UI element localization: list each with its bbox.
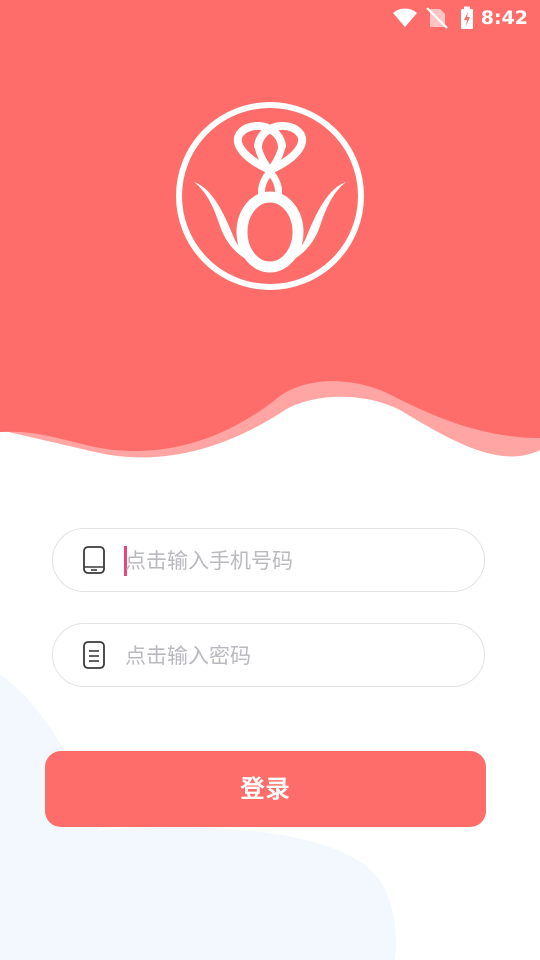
password-input-placeholder: 点击输入密码 — [125, 644, 251, 668]
tablet-icon — [83, 546, 105, 574]
login-button[interactable]: 登录 — [45, 751, 486, 827]
status-time: 8:42 — [480, 7, 528, 29]
status-bar: 8:42 — [0, 0, 540, 36]
password-input[interactable]: 点击输入密码 — [52, 623, 485, 687]
login-screen: 8:42 点击输入手机号码 点击输入密码 登录 — [0, 0, 540, 960]
phone-input-placeholder: 点击输入手机号码 — [125, 549, 293, 573]
document-icon — [83, 641, 105, 669]
wifi-icon — [393, 8, 417, 27]
phone-input[interactable]: 点击输入手机号码 — [52, 528, 485, 592]
battery-charging-icon — [461, 6, 473, 29]
no-sim-icon — [426, 7, 448, 29]
app-logo-icon — [176, 102, 364, 290]
